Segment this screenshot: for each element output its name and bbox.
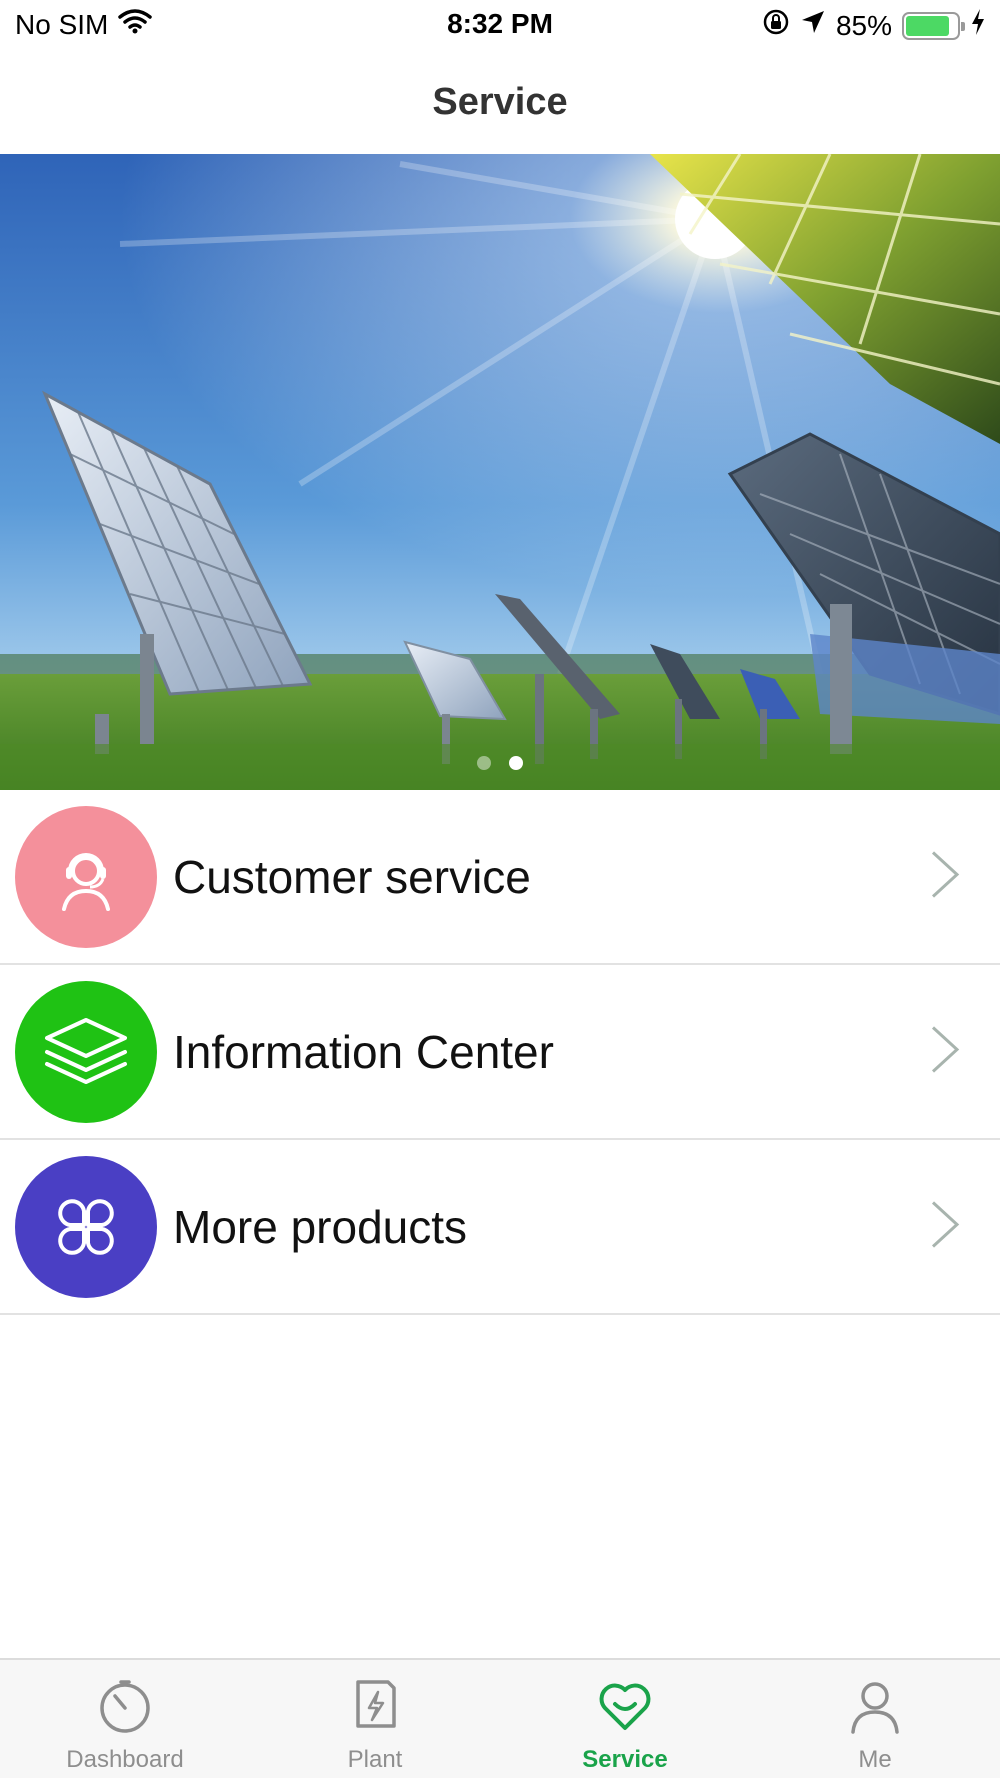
battery-fill — [906, 15, 949, 36]
navigation-bar: Service — [0, 50, 1000, 154]
tab-me-label: Me — [858, 1746, 892, 1773]
page-title: Service — [432, 80, 568, 123]
tab-plant[interactable]: Plant — [250, 1660, 500, 1778]
tab-service-label: Service — [582, 1746, 668, 1773]
banner-carousel[interactable] — [0, 154, 1000, 790]
carousel-pagination[interactable] — [0, 756, 1000, 770]
tab-plant-label: Plant — [347, 1746, 403, 1773]
more-products-label: More products — [173, 1200, 468, 1253]
service-menu-list: Customer service Information Center More… — [0, 790, 1000, 1315]
tab-dashboard[interactable]: Dashboard — [0, 1660, 250, 1778]
layers-icon — [15, 980, 157, 1123]
battery-icon — [902, 11, 965, 40]
customer-service-label: Customer service — [173, 850, 531, 903]
four-petal-grid-icon — [15, 1155, 157, 1298]
tab-dashboard-label: Dashboard — [66, 1746, 184, 1773]
customer-service-row[interactable]: Customer service — [0, 790, 1000, 965]
person-icon — [845, 1676, 905, 1736]
carousel-dot-active[interactable] — [509, 756, 523, 770]
rotation-lock-icon — [762, 8, 790, 43]
charging-bolt-icon — [970, 8, 986, 43]
status-bar: No SIM 8:32 PM 85% — [0, 0, 1000, 50]
information-center-row[interactable]: Information Center — [0, 965, 1000, 1140]
gauge-icon — [95, 1676, 155, 1736]
more-products-row[interactable]: More products — [0, 1140, 1000, 1315]
location-arrow-icon — [800, 9, 826, 42]
solar-field-image — [0, 154, 1000, 790]
bottom-tab-bar: Dashboard Plant Service Me — [0, 1658, 1000, 1778]
chevron-right-icon — [930, 1024, 960, 1079]
tab-me[interactable]: Me — [750, 1660, 1000, 1778]
headset-agent-icon — [15, 805, 157, 948]
carousel-dot[interactable] — [477, 756, 491, 770]
tab-service[interactable]: Service — [500, 1660, 750, 1778]
plant-bolt-icon — [345, 1676, 405, 1736]
chevron-right-icon — [930, 849, 960, 904]
battery-percent: 85% — [835, 9, 892, 41]
heart-smile-icon — [595, 1676, 655, 1736]
information-center-label: Information Center — [173, 1025, 554, 1078]
chevron-right-icon — [930, 1199, 960, 1254]
